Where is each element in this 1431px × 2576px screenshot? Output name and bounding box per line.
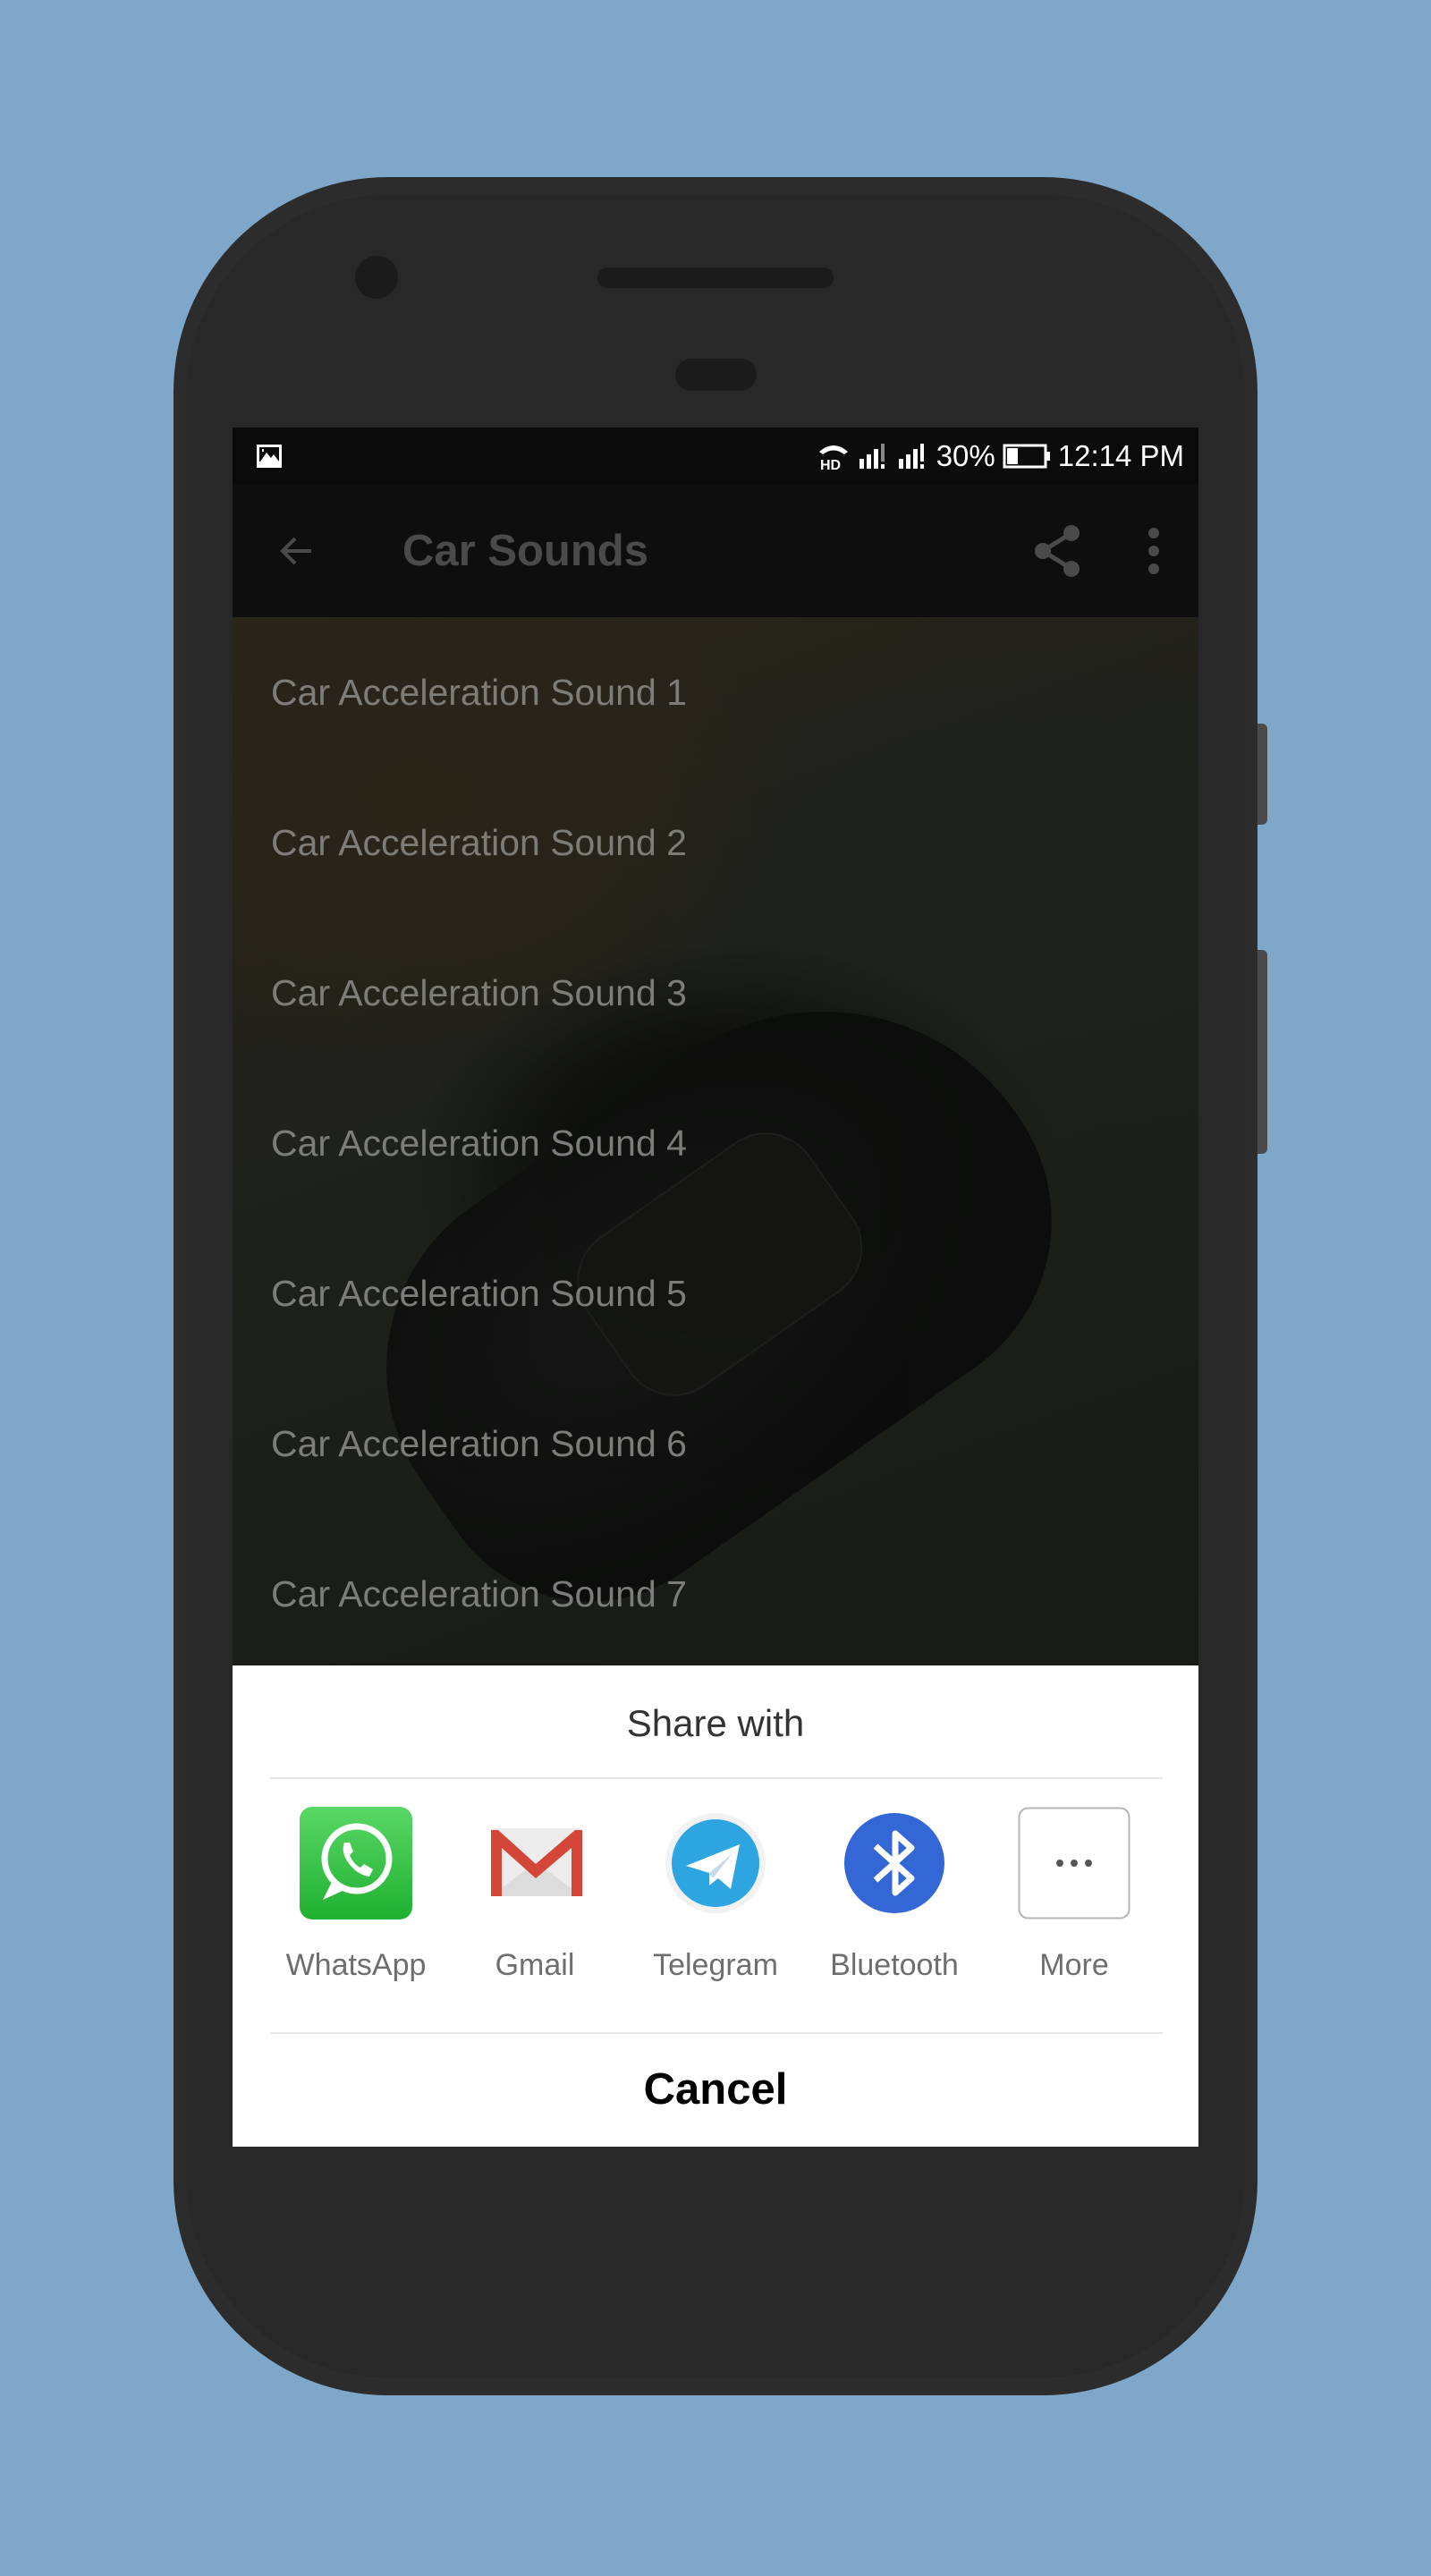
- list-item[interactable]: Car Acceleration Sound 5: [233, 1218, 1198, 1368]
- front-camera: [355, 256, 398, 299]
- clock: 12:14 PM: [1057, 439, 1184, 472]
- signal-sim2-icon: [898, 444, 924, 469]
- arrow-back-icon[interactable]: [275, 530, 318, 572]
- earpiece-speaker: [597, 267, 834, 288]
- more-vert-icon[interactable]: [1147, 526, 1161, 576]
- volume-button: [1257, 950, 1267, 1154]
- share-app-whatsapp[interactable]: WhatsApp: [267, 1807, 445, 1986]
- gmail-icon: [491, 1828, 582, 1896]
- list-item-label: Car Acceleration Sound 5: [271, 1272, 687, 1314]
- list-item-label: Car Acceleration Sound 4: [271, 1122, 687, 1164]
- list-item-label: Car Acceleration Sound 3: [271, 971, 687, 1013]
- phone-screen: HD 30% 12:14 PM Car Sounds Car Accelerat…: [233, 428, 1198, 2147]
- share-sheet: Share with WhatsApp Gmail Telegram Bluet…: [233, 1665, 1198, 2147]
- battery-icon: [1003, 444, 1050, 469]
- signal-sim1-icon: [859, 444, 885, 469]
- more-horiz-icon: [1018, 1807, 1130, 1919]
- share-app-more[interactable]: More: [985, 1807, 1164, 1986]
- list-item-label: Car Acceleration Sound 7: [271, 1572, 687, 1614]
- app-label: WhatsApp: [285, 1948, 427, 1982]
- page-title: Car Sounds: [402, 527, 648, 575]
- list-item[interactable]: Car Acceleration Sound 2: [233, 767, 1198, 918]
- list-item-label: Car Acceleration Sound 1: [271, 671, 687, 713]
- power-button: [1257, 724, 1267, 825]
- svg-text:HD: HD: [820, 458, 841, 471]
- hd-call-icon: HD: [818, 445, 848, 471]
- share-icon[interactable]: [1032, 524, 1082, 578]
- telegram-icon: [665, 1813, 766, 1913]
- share-app-telegram[interactable]: Telegram: [626, 1807, 805, 1986]
- list-item[interactable]: Car Acceleration Sound 6: [233, 1368, 1198, 1519]
- app-label: More: [1039, 1948, 1109, 1982]
- status-bar: HD 30% 12:14 PM: [233, 428, 1198, 485]
- app-label: Bluetooth: [830, 1948, 959, 1982]
- share-app-gmail[interactable]: Gmail: [445, 1807, 624, 1986]
- app-label: Gmail: [495, 1948, 575, 1982]
- list-item[interactable]: Car Acceleration Sound 3: [233, 918, 1198, 1068]
- sound-list: Car Acceleration Sound 1 Car Acceleratio…: [233, 617, 1198, 1665]
- share-app-bluetooth[interactable]: Bluetooth: [805, 1807, 984, 1986]
- list-item[interactable]: Car Acceleration Sound 1: [233, 617, 1198, 767]
- list-item[interactable]: Car Acceleration Sound 7: [233, 1519, 1198, 1669]
- app-bar: Car Sounds: [233, 485, 1198, 617]
- app-label: Telegram: [653, 1948, 778, 1982]
- bluetooth-icon: [844, 1813, 944, 1913]
- share-apps: WhatsApp Gmail Telegram Bluetooth More: [233, 1807, 1198, 1986]
- list-item-label: Car Acceleration Sound 6: [271, 1422, 687, 1464]
- list-item-label: Car Acceleration Sound 2: [271, 821, 687, 863]
- divider: [270, 1777, 1163, 1779]
- image-icon: [257, 445, 282, 468]
- battery-percent: 30%: [936, 439, 995, 472]
- list-item[interactable]: Car Acceleration Sound 4: [233, 1068, 1198, 1218]
- proximity-sensor: [675, 359, 757, 391]
- whatsapp-icon: [300, 1807, 412, 1919]
- share-sheet-title: Share with: [626, 1702, 805, 1744]
- cancel-button[interactable]: Cancel: [233, 2032, 1198, 2147]
